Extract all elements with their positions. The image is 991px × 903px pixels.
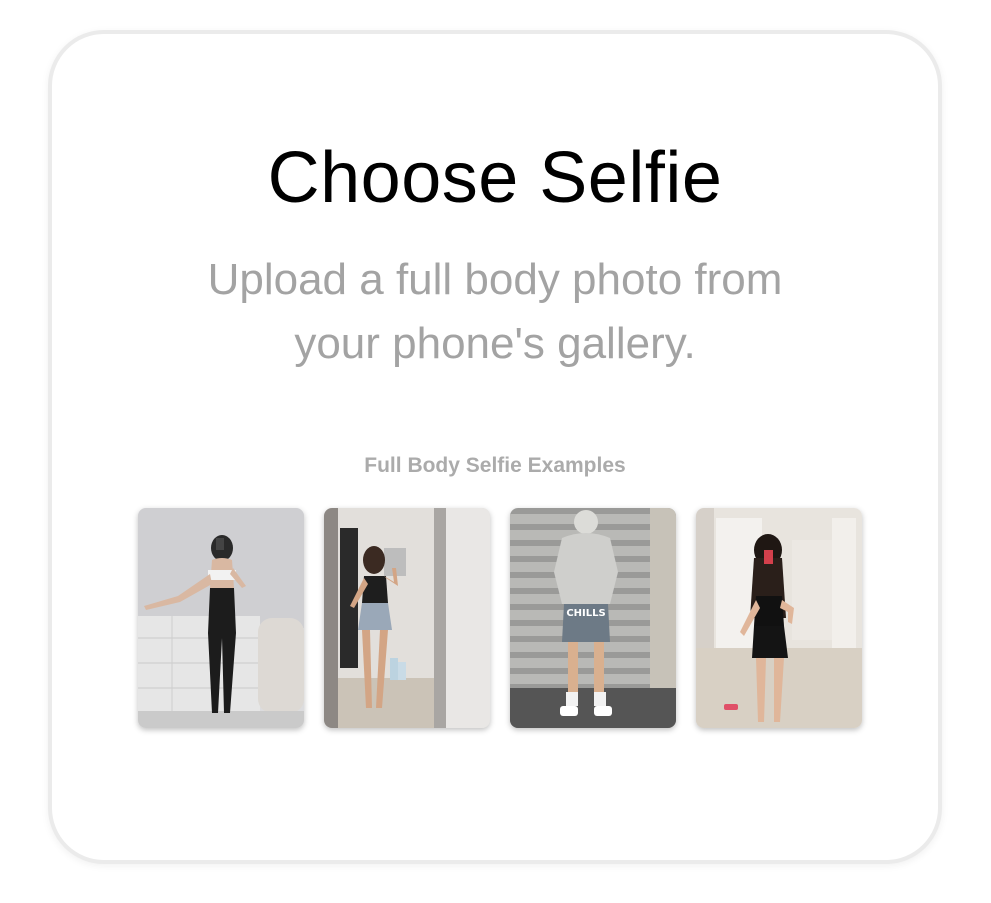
page-title: Choose Selfie	[267, 138, 723, 218]
subtitle-line-1: Upload a full body photo from	[207, 255, 783, 304]
examples-label: Full Body Selfie Examples	[364, 454, 626, 477]
example-photo-2	[324, 508, 490, 728]
subtitle-line-2: your phone's gallery.	[294, 319, 696, 368]
shorts-text: CHILLS	[566, 608, 605, 619]
example-photo-1	[138, 508, 304, 728]
choose-selfie-card: Choose Selfie Upload a full body photo f…	[48, 30, 942, 864]
example-photo-4	[696, 508, 862, 728]
example-photo-3: CHILLS	[510, 508, 676, 728]
examples-gallery: CHILLS	[138, 508, 862, 730]
subtitle: Upload a full body photo from your phone…	[52, 248, 938, 376]
